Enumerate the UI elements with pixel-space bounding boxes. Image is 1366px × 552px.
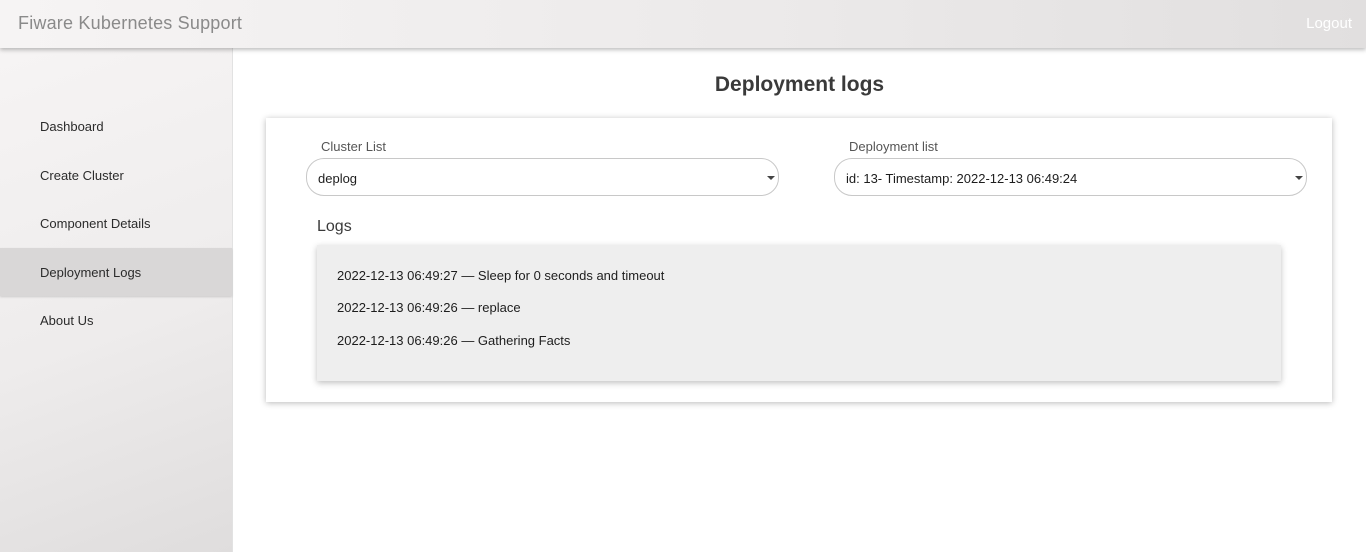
deployment-list-select[interactable]: id: 13- Timestamp: 2022-12-13 06:49:24 (834, 158, 1307, 196)
logout-button[interactable]: Logout (1306, 15, 1352, 32)
sidebar-item-deployment-logs[interactable]: Deployment Logs (0, 248, 232, 296)
deployment-list-value: id: 13- Timestamp: 2022-12-13 06:49:24 (846, 171, 1078, 186)
sidebar-item-label: Component Details (40, 215, 151, 231)
log-output-panel: 2022-12-13 06:49:27 — Sleep for 0 second… (317, 245, 1281, 381)
sidebar: Dashboard Create Cluster Component Detai… (0, 48, 233, 552)
sidebar-item-about-us[interactable]: About Us (0, 296, 232, 344)
cluster-list-select[interactable]: deplog (306, 158, 779, 196)
sidebar-item-label: About Us (40, 312, 94, 328)
chevron-down-icon (1295, 176, 1303, 180)
chevron-down-icon (767, 176, 775, 180)
logs-heading: Logs (317, 218, 352, 235)
sidebar-item-label: Dashboard (40, 118, 104, 134)
sidebar-item-label: Deployment Logs (40, 264, 142, 280)
cluster-list-label: Cluster List (321, 139, 387, 154)
sidebar-item-dashboard[interactable]: Dashboard (0, 102, 232, 150)
sidebar-item-component-details[interactable]: Component Details (0, 199, 232, 247)
top-app-bar: Fiware Kubernetes Support Logout (0, 0, 1366, 48)
sidebar-item-create-cluster[interactable]: Create Cluster (0, 151, 232, 199)
app-title: Fiware Kubernetes Support (18, 13, 243, 33)
sidebar-item-label: Create Cluster (40, 167, 124, 183)
log-line: 2022-12-13 06:49:27 — Sleep for 0 second… (337, 268, 665, 283)
deployment-logs-card: Cluster List deplog Deployment list id: … (266, 118, 1332, 402)
deployment-list-label: Deployment list (849, 139, 938, 154)
log-line: 2022-12-13 06:49:26 — replace (337, 300, 521, 315)
log-line: 2022-12-13 06:49:26 — Gathering Facts (337, 333, 571, 348)
page-title: Deployment logs (714, 73, 885, 96)
cluster-list-value: deplog (318, 171, 358, 186)
